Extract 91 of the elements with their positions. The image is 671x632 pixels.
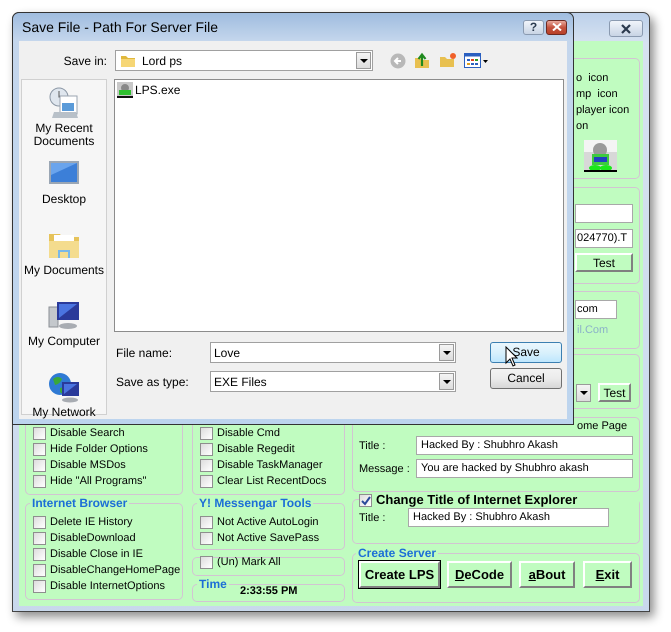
checkbox[interactable] [33,442,46,456]
checkbox-label[interactable]: DisableChangeHomePage [50,562,180,578]
help-button[interactable]: ? [523,20,544,34]
checkbox[interactable] [33,474,46,488]
checkbox-label[interactable]: DisableDownload [50,530,136,546]
new-folder-icon[interactable] [439,53,456,68]
checkbox[interactable] [200,516,213,528]
caret-icon [442,350,450,354]
network-icon[interactable] [48,370,80,404]
field-label: Save in: [62,52,107,68]
file-name-field[interactable]: Love [210,342,456,363]
checkbox-label[interactable]: Disable MSDos [50,457,126,473]
checkbox-label[interactable]: Hide Folder Options [50,441,148,457]
option-text: player icon [576,103,630,118]
action-button[interactable]: Create LPS [359,561,440,588]
checkbox-label[interactable]: Not Active SavePass [217,530,320,546]
test-button[interactable]: Test [575,253,633,272]
caret-icon [360,58,368,62]
checkbox-label[interactable]: Change Title of Internet Explorer [376,492,578,508]
close-icon [620,24,632,34]
time-value: 2:33:55 PM [240,584,298,598]
views-menu-icon[interactable] [464,53,489,68]
option-text: o icon [576,71,610,86]
checkbox[interactable] [33,532,46,544]
checkbox-label[interactable]: Disable TaskManager [217,457,323,473]
checkbox[interactable] [359,494,372,506]
text-field[interactable] [575,204,633,223]
action-button[interactable]: Exit [583,561,632,588]
action-button[interactable]: DeCode [447,561,512,588]
option-text: on [576,119,590,134]
checkbox[interactable] [33,580,46,592]
group-title: ome Page [575,418,630,434]
checkbox-label[interactable]: Clear List RecentDocs [217,473,326,489]
group-title: Y! Messengar Tools [197,495,314,511]
checkbox[interactable] [200,426,213,440]
checkbox[interactable] [200,474,213,488]
text-field[interactable]: com [575,300,617,319]
field-label: Save as type: [115,374,190,390]
checkbox-label[interactable]: Not Active AutoLogin [217,514,319,530]
close-icon [552,23,562,31]
checkbox-label[interactable]: Delete IE History [50,514,133,530]
window-title: Save File - Path For Server File [22,19,220,35]
checkbox-label[interactable]: Hide "All Programs" [50,473,146,489]
caret-icon [580,390,588,394]
save-button[interactable]: Save [490,342,562,363]
checkbox-label[interactable]: Disable Search [50,425,125,441]
checkbox-label[interactable]: Disable Close in IE [50,546,143,562]
place-label[interactable]: My Recent Documents [22,122,106,148]
hint-text: il.Com [577,323,610,338]
checkbox-label[interactable]: Disable InternetOptions [50,578,165,594]
text-field[interactable]: Hacked By : Shubhro Akash [416,436,633,455]
checkbox[interactable] [33,426,46,440]
field-label: Message : [359,462,411,476]
close-button[interactable] [546,20,567,34]
field-label: File name: [115,344,174,360]
program-icon [117,82,133,98]
place-label[interactable]: My Documents [22,264,106,277]
file-name[interactable]: LPS.exe [135,82,180,98]
folder-up-icon[interactable] [414,52,431,69]
folder-icon [120,53,136,68]
place-label[interactable]: My Computer [22,335,106,348]
checkbox[interactable] [200,532,213,544]
dropdown-value: Lord ps [142,52,184,68]
field-label: Title : [359,510,386,526]
place-label[interactable]: My Network [22,406,106,419]
place-label[interactable]: Desktop [22,193,106,206]
file-type-dropdown[interactable]: EXE Files [210,371,456,392]
checkbox-label[interactable]: Disable Regedit [217,441,295,457]
test-button[interactable]: Test [598,383,631,402]
checkbox[interactable] [33,564,46,576]
checkbox[interactable] [33,458,46,472]
back-icon[interactable] [390,52,406,68]
action-button[interactable]: aBout [519,561,575,588]
checkbox[interactable] [200,442,213,456]
recent-documents-icon[interactable] [48,86,80,120]
checkbox[interactable] [200,458,213,472]
text-field[interactable]: 024770).T [575,229,633,248]
close-button[interactable] [609,20,643,37]
folder-dropdown[interactable]: Lord ps [115,50,373,71]
checkbox[interactable] [33,548,46,560]
cancel-button[interactable]: Cancel [490,368,562,389]
checkbox-label[interactable]: (Un) Mark All [217,554,281,570]
logo-icon [584,140,617,172]
option-text: mp icon [576,87,619,102]
text-field[interactable]: You are hacked by Shubhro akash [416,459,633,478]
text-field[interactable]: Hacked By : Shubhro Akash [408,508,609,527]
field-label: Title : [359,438,386,454]
checkbox[interactable] [200,556,213,568]
checkbox-label[interactable]: Disable Cmd [217,425,280,441]
checkbox[interactable] [33,516,46,528]
caret-icon [442,380,450,384]
